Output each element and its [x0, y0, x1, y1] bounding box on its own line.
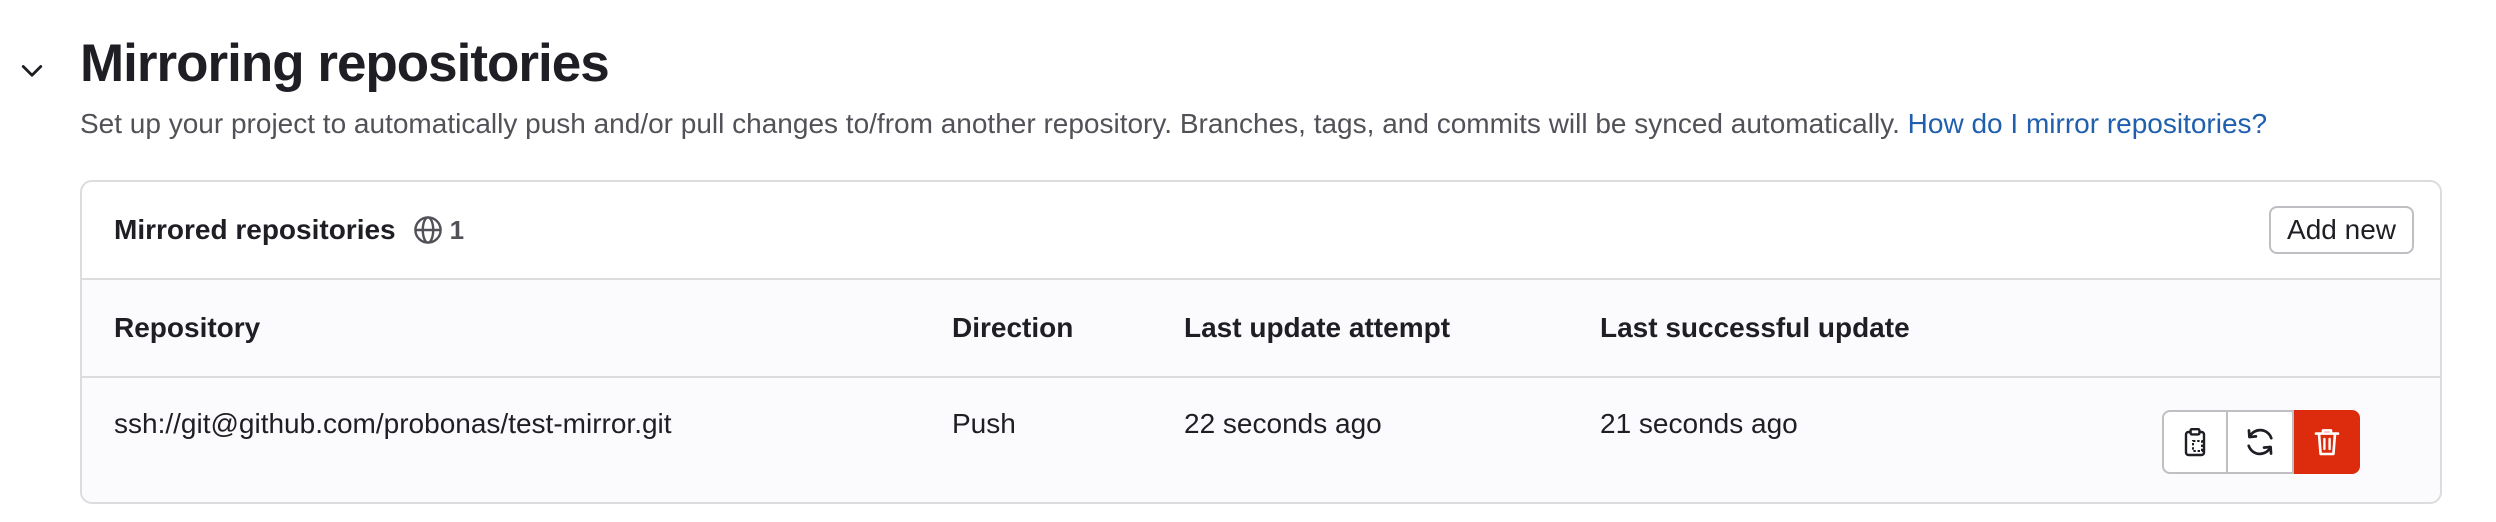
direction-value: Push — [952, 408, 1016, 439]
repository-url: ssh://git@github.com/probonas/test-mirro… — [114, 408, 672, 439]
section-title: Mirroring repositories — [80, 34, 610, 93]
chevron-down-icon — [21, 65, 43, 77]
last-success-cell: 21 seconds ago — [1600, 377, 2156, 502]
update-now-button[interactable] — [2228, 410, 2294, 474]
copy-to-clipboard-icon — [2184, 428, 2206, 457]
row-actions — [2162, 410, 2440, 474]
last-attempt-cell: 22 seconds ago — [1184, 377, 1600, 502]
globe-icon — [413, 216, 442, 244]
column-header-actions — [2156, 280, 2440, 378]
last-success-value: 21 seconds ago — [1600, 408, 1798, 439]
collapse-toggle[interactable] — [14, 52, 50, 88]
last-attempt-value: 22 seconds ago — [1184, 408, 1382, 439]
mirror-count: 1 — [412, 214, 464, 246]
mirror-count-value: 1 — [449, 214, 465, 245]
repository-cell: ssh://git@github.com/probonas/test-mirro… — [82, 377, 952, 502]
column-header-last-attempt: Last update attempt — [1184, 280, 1600, 378]
table-row: ssh://git@github.com/probonas/test-mirro… — [82, 377, 2440, 502]
table-header-row: Repository Direction Last update attempt… — [82, 280, 2440, 378]
retry-icon — [2247, 428, 2273, 456]
column-header-last-success: Last successful update — [1600, 280, 2156, 378]
section-description: Set up your project to automatically pus… — [80, 104, 2267, 144]
card-header: Mirrored repositories 1 Add new — [82, 182, 2440, 280]
remove-mirror-button[interactable] — [2294, 410, 2360, 474]
card-title: Mirrored repositories — [114, 214, 396, 245]
description-text: Set up your project to automatically pus… — [80, 108, 1900, 139]
actions-cell — [2156, 377, 2440, 502]
mirrors-table: Repository Direction Last update attempt… — [82, 280, 2440, 502]
column-header-repository: Repository — [82, 280, 952, 378]
mirrored-repositories-card: Mirrored repositories 1 Add new Reposito… — [80, 180, 2442, 504]
add-new-button[interactable]: Add new — [2269, 206, 2414, 254]
remove-icon — [2314, 429, 2340, 456]
copy-ssh-key-button[interactable] — [2162, 410, 2228, 474]
help-link[interactable]: How do I mirror repositories? — [1908, 108, 2267, 139]
column-header-direction: Direction — [952, 280, 1184, 378]
direction-cell: Push — [952, 377, 1184, 502]
